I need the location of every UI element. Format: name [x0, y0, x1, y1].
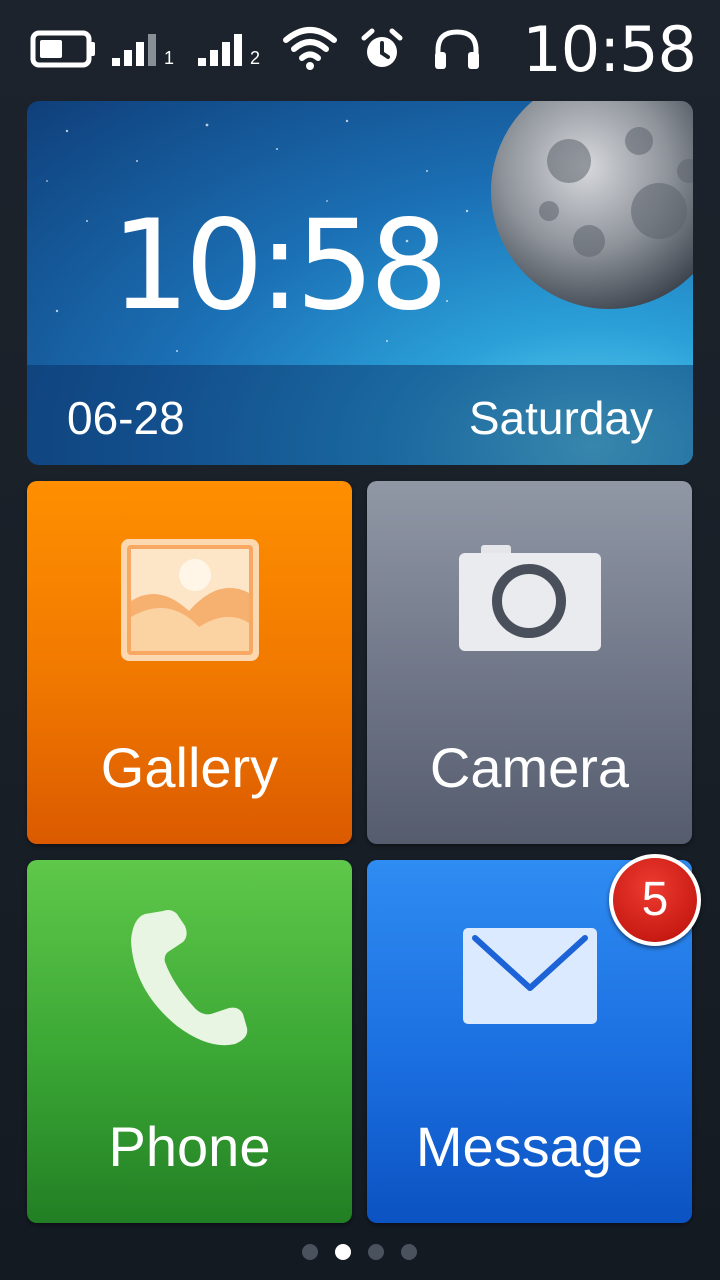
sim2-label: 2: [250, 48, 261, 68]
phone-icon: [131, 910, 248, 1046]
gallery-tile[interactable]: Gallery: [27, 481, 352, 844]
camera-icon: [459, 545, 601, 651]
status-bar-time: 10:58: [522, 13, 697, 86]
page-dot-4[interactable]: [401, 1244, 417, 1260]
widget-day: Saturday: [468, 392, 653, 444]
unread-count-badge: 5: [609, 854, 701, 946]
widget-clock-time: 10:58: [111, 194, 448, 338]
camera-tile[interactable]: Camera: [367, 481, 692, 844]
widget-date: 06-28: [67, 392, 185, 444]
envelope-icon: [463, 928, 597, 1024]
battery-icon: [30, 30, 95, 68]
moon-image: [491, 101, 693, 309]
page-indicator: [0, 1244, 720, 1260]
phone-tile[interactable]: Phone: [27, 860, 352, 1223]
clock-widget[interactable]: 10:58 06-28 Saturday: [27, 101, 693, 465]
page-dot-1[interactable]: [302, 1244, 318, 1260]
message-label: Message: [415, 1115, 644, 1178]
status-bar: 1 2 10:58: [0, 0, 720, 96]
page-dot-3[interactable]: [368, 1244, 384, 1260]
gallery-icon: [121, 539, 259, 661]
wifi-icon: [283, 27, 337, 70]
page-dot-2-active[interactable]: [335, 1244, 351, 1260]
headphones-icon: [435, 29, 479, 69]
phone-label: Phone: [108, 1115, 271, 1178]
camera-label: Camera: [429, 736, 630, 799]
alarm-icon: [361, 28, 403, 67]
sim1-label: 1: [164, 48, 175, 68]
gallery-label: Gallery: [100, 736, 279, 799]
